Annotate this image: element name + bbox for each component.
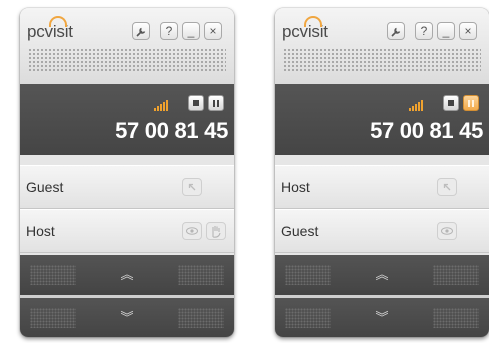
logo-arc-icon	[49, 16, 67, 27]
scroll-up-area[interactable]: ︽	[20, 255, 234, 295]
hand-icon	[212, 225, 221, 238]
speaker-grille	[283, 48, 481, 73]
participant-row: Host	[20, 209, 234, 253]
close-icon: ×	[464, 24, 472, 38]
stop-icon	[193, 100, 199, 106]
window-header: pcvisit ? _ ×	[20, 8, 234, 84]
settings-wrench-button[interactable]	[387, 22, 405, 40]
wrench-icon	[135, 27, 145, 37]
participant-label: Guest	[281, 223, 319, 239]
close-icon: ×	[209, 24, 217, 38]
grille-dots	[433, 265, 479, 285]
close-button[interactable]: ×	[204, 22, 222, 40]
eye-icon	[186, 227, 198, 235]
grille-dots	[30, 308, 76, 328]
chevron-up-icon[interactable]: ︽	[117, 267, 137, 283]
help-button[interactable]: ?	[415, 22, 433, 40]
session-code: 57 00 81 45	[115, 118, 228, 143]
signal-strength-icon	[154, 100, 168, 111]
participant-label: Host	[281, 179, 310, 195]
pcvisit-window-right: pcvisit ? _ × 57 00 81 45 Host Guest ︽ ︾	[275, 8, 489, 337]
window-header: pcvisit ? _ ×	[275, 8, 489, 84]
pcvisit-logo: pcvisit	[27, 16, 73, 42]
session-status-area: 57 00 81 45	[20, 84, 234, 155]
stop-button[interactable]	[188, 95, 204, 111]
close-button[interactable]: ×	[459, 22, 477, 40]
help-button[interactable]: ?	[160, 22, 178, 40]
grille-dots	[433, 308, 479, 328]
switch-role-button[interactable]	[182, 178, 202, 196]
minimize-icon: _	[442, 24, 450, 38]
participant-row: Guest	[275, 209, 489, 253]
pause-icon	[213, 99, 219, 107]
participant-label: Guest	[26, 179, 64, 195]
stop-icon	[448, 100, 454, 106]
chevron-up-icon[interactable]: ︽	[372, 267, 392, 283]
logo-arc-icon	[304, 16, 322, 27]
minimize-button[interactable]: _	[182, 22, 200, 40]
grille-dots	[178, 265, 224, 285]
participant-label: Host	[26, 223, 55, 239]
scroll-down-area[interactable]: ︾	[20, 298, 234, 337]
participant-row: Host	[275, 165, 489, 209]
control-button[interactable]	[206, 222, 226, 240]
arrow-up-left-icon	[188, 183, 196, 191]
pcvisit-logo: pcvisit	[282, 16, 328, 42]
pause-button[interactable]	[208, 95, 224, 111]
view-button[interactable]	[182, 222, 202, 240]
session-status-area: 57 00 81 45	[275, 84, 489, 155]
settings-wrench-button[interactable]	[132, 22, 150, 40]
grille-dots	[30, 265, 76, 285]
scroll-down-area[interactable]: ︾	[275, 298, 489, 337]
grille-dots	[285, 308, 331, 328]
pause-button-active[interactable]	[463, 95, 479, 111]
wrench-icon	[390, 27, 400, 37]
arrow-up-left-icon	[443, 183, 451, 191]
chevron-down-icon[interactable]: ︾	[372, 310, 392, 326]
chevron-down-icon[interactable]: ︾	[117, 310, 137, 326]
minimize-button[interactable]: _	[437, 22, 455, 40]
signal-strength-icon	[409, 100, 423, 111]
session-code: 57 00 81 45	[370, 118, 483, 143]
minimize-icon: _	[187, 24, 195, 38]
participant-row: Guest	[20, 165, 234, 209]
help-icon: ?	[165, 24, 173, 38]
scroll-up-area[interactable]: ︽	[275, 255, 489, 295]
switch-role-button[interactable]	[437, 178, 457, 196]
grille-dots	[178, 308, 224, 328]
pause-icon	[468, 99, 474, 107]
view-button[interactable]	[437, 222, 457, 240]
eye-icon	[441, 227, 453, 235]
help-icon: ?	[420, 24, 428, 38]
speaker-grille	[28, 48, 226, 73]
pcvisit-window-left: pcvisit ? _ × 57 00 81 45 Guest Host ︽ ︾	[20, 8, 234, 337]
stop-button[interactable]	[443, 95, 459, 111]
grille-dots	[285, 265, 331, 285]
